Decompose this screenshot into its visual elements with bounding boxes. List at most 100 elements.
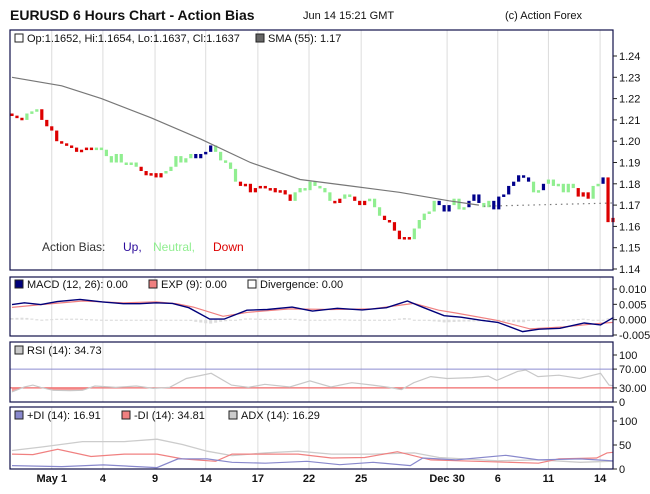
price-bar — [328, 192, 332, 201]
divergence-bar — [348, 319, 352, 321]
price-bar — [556, 183, 560, 187]
price-bar — [566, 183, 570, 193]
minus-di-line — [11, 448, 614, 464]
price-bar — [194, 153, 198, 159]
price-bar — [576, 188, 580, 197]
price-bar — [462, 207, 466, 210]
price-bar — [104, 149, 108, 157]
divergence-bar — [412, 319, 416, 321]
divergence-bar — [566, 319, 570, 321]
adx-line — [11, 438, 614, 463]
divergence-bar — [204, 319, 208, 324]
price-bar — [119, 153, 123, 163]
price-bar — [149, 173, 153, 176]
divergence-bar — [209, 319, 213, 324]
price-bar — [243, 183, 248, 187]
adx-legend: ADX (14): 16.29 — [241, 410, 320, 422]
action-bias-down: Down — [213, 240, 244, 254]
price-bar — [512, 181, 516, 186]
price-bar — [238, 181, 243, 186]
price-bar — [124, 162, 128, 165]
price-bar — [129, 162, 133, 165]
price-bar — [581, 192, 585, 197]
sma-legend: SMA (55): 1.17 — [268, 33, 341, 45]
price-bar — [363, 200, 367, 206]
price-bar — [10, 113, 14, 117]
price-bar — [477, 194, 481, 203]
divergence-bar — [373, 319, 377, 321]
price-bar — [333, 200, 337, 204]
rsi-oversold-fill — [12, 388, 405, 392]
divergence-bar — [551, 319, 555, 321]
price-bar — [99, 147, 104, 151]
divergence-bar — [532, 319, 536, 321]
divergence-bar — [457, 319, 461, 322]
divergence-bar — [392, 319, 396, 321]
price-bar — [591, 185, 595, 199]
price-bar — [343, 194, 347, 199]
price-bar — [546, 179, 551, 184]
price-bar — [422, 213, 426, 221]
price-bar — [159, 173, 163, 178]
y-tick-label: 1.22 — [619, 94, 640, 106]
x-tick-label: 9 — [152, 473, 158, 485]
divergence-bar — [536, 319, 540, 321]
price-bar — [368, 198, 372, 202]
price-bar — [79, 149, 84, 153]
divergence-bar — [517, 319, 521, 323]
divergence-bar — [114, 319, 118, 321]
price-bar — [273, 188, 277, 193]
divergence-bar — [507, 319, 511, 322]
divergence-bar — [571, 319, 575, 321]
action-bias-up: Up, — [123, 240, 142, 254]
exp-line — [11, 300, 614, 330]
x-tick-label: 14 — [594, 473, 607, 485]
divergence-bar — [358, 319, 362, 321]
price-bar — [248, 183, 253, 193]
x-tick-label: May 1 — [36, 473, 67, 485]
divergence-bar — [243, 318, 247, 320]
price-bar — [228, 162, 233, 169]
price-bar — [417, 220, 421, 229]
action-bias-label: Action Bias: — [42, 240, 105, 254]
price-bar — [348, 194, 352, 197]
divergence-bar — [253, 318, 257, 320]
price-bar — [298, 188, 302, 193]
divergence-bar — [527, 319, 531, 322]
divergence-bar — [546, 319, 550, 321]
price-bar — [40, 109, 44, 120]
divergence-bar — [80, 318, 84, 320]
y-tick-label: 1.17 — [619, 200, 640, 212]
price-bar — [179, 156, 183, 163]
divergence-bar — [248, 318, 252, 320]
y-tick-label: 100 — [619, 350, 637, 362]
price-bar — [372, 198, 377, 208]
y-tick-label: 30.00 — [619, 383, 647, 395]
price-bar — [278, 190, 282, 193]
price-bar — [35, 109, 39, 112]
divergence-bar — [159, 319, 163, 321]
divergence-bar — [50, 319, 54, 321]
divergence-bar — [229, 319, 233, 321]
price-bar — [134, 162, 138, 167]
price-bar — [94, 147, 99, 151]
divergence-bar — [442, 319, 446, 323]
exp-legend-swatch — [148, 279, 158, 289]
x-tick-label: 14 — [200, 473, 213, 485]
y-tick-label: 50 — [619, 440, 631, 452]
divergence-bar — [417, 319, 421, 321]
price-bar — [318, 185, 322, 189]
divergence-bar — [462, 319, 466, 322]
macd-legend: MACD (12, 26): 0.00 — [27, 279, 128, 291]
rsi-panel — [10, 368, 614, 393]
x-tick-label: Dec 30 — [429, 473, 464, 485]
price-bar — [502, 194, 506, 197]
x-tick-label: 22 — [303, 473, 315, 485]
price-bar — [526, 177, 531, 182]
y-tick-label: 1.16 — [619, 221, 640, 233]
price-bar — [492, 200, 496, 210]
macd-panel — [10, 298, 615, 333]
divergence-bar — [437, 319, 441, 322]
divergence-bar — [199, 319, 203, 323]
divergence-bar — [144, 319, 148, 321]
